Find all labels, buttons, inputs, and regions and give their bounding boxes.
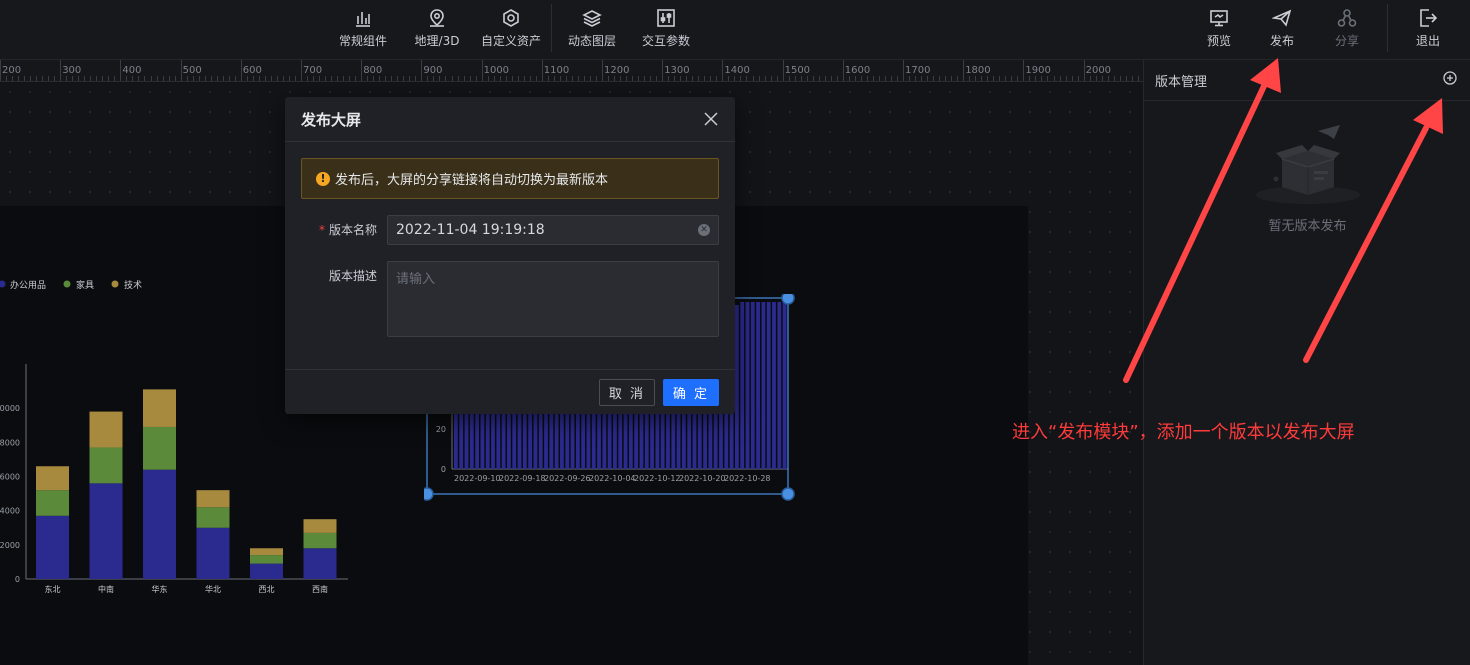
version-name-input[interactable]: 2022-11-04 19:19:18 ✕ bbox=[387, 215, 719, 245]
warning-icon: ! bbox=[316, 171, 330, 186]
modal-mask bbox=[0, 0, 1470, 665]
dialog-title: 发布大屏 bbox=[301, 110, 362, 129]
confirm-button[interactable]: 确 定 bbox=[663, 379, 719, 406]
clear-icon[interactable]: ✕ bbox=[698, 224, 710, 236]
alert-text: 发布后，大屏的分享链接将自动切换为最新版本 bbox=[335, 173, 609, 188]
version-desc-label: 版本描述 bbox=[328, 269, 377, 283]
publish-dialog: 发布大屏 ! 发布后，大屏的分享链接将自动切换为最新版本 * 版本名称 2022-… bbox=[285, 97, 735, 414]
warning-alert: ! 发布后，大屏的分享链接将自动切换为最新版本 bbox=[301, 158, 719, 199]
cancel-button[interactable]: 取 消 bbox=[599, 379, 655, 406]
version-desc-input[interactable] bbox=[387, 261, 719, 337]
close-button[interactable] bbox=[701, 109, 721, 129]
close-icon bbox=[704, 112, 718, 126]
dialog-header: 发布大屏 bbox=[285, 97, 735, 142]
version-name-label: * 版本名称 bbox=[318, 223, 377, 237]
dialog-footer: 取 消 确 定 bbox=[285, 369, 735, 414]
